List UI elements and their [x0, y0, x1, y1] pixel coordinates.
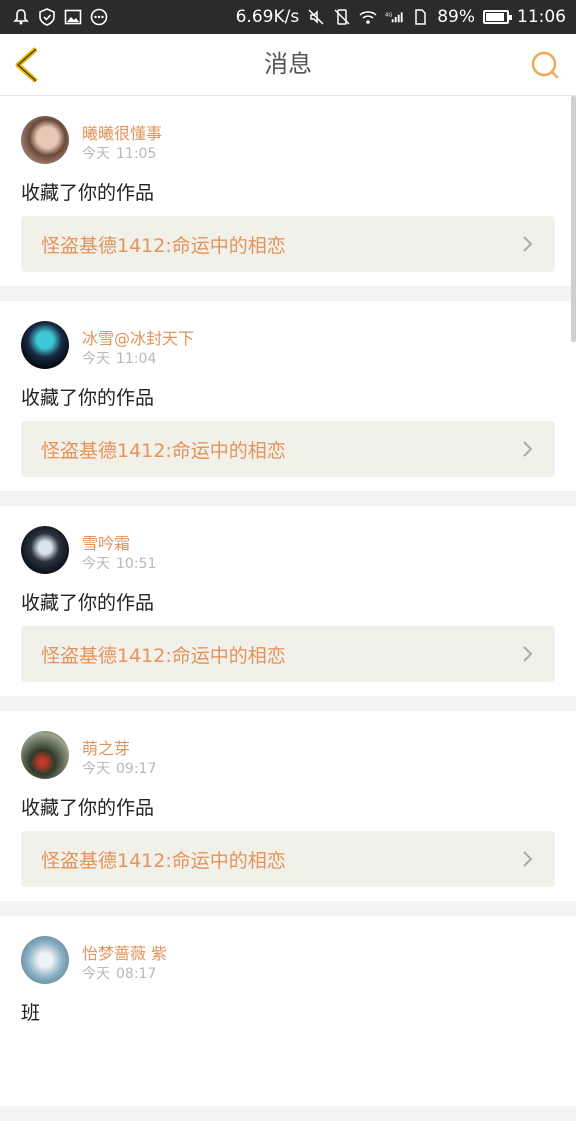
- message-list: 曦曦很懂事 今天 11:05 收藏了你的作品 怪盗基德1412:命运中的相恋 冰雪…: [0, 96, 576, 1121]
- more-dots-icon: [90, 8, 108, 26]
- username[interactable]: 雪吟霜: [82, 530, 130, 554]
- avatar[interactable]: [21, 731, 69, 779]
- battery-icon: [483, 10, 512, 24]
- svg-text:4G: 4G: [385, 12, 392, 18]
- timestamp-time: 09:17: [116, 761, 157, 777]
- username[interactable]: 怡梦蔷薇 紫: [82, 940, 167, 964]
- timestamp: 今天 10:51: [82, 553, 162, 573]
- avatar[interactable]: [21, 321, 69, 369]
- chevron-right-icon: [523, 646, 533, 662]
- avatar[interactable]: [21, 936, 69, 984]
- action-text: 收藏了你的作品: [21, 182, 155, 204]
- timestamp: 今天 11:05: [82, 143, 162, 163]
- message-card: 曦曦很懂事 今天 11:05 收藏了你的作品 怪盗基德1412:命运中的相恋: [0, 96, 576, 286]
- avatar[interactable]: [21, 526, 69, 574]
- avatar[interactable]: [21, 116, 69, 164]
- wifi-icon: [359, 8, 377, 26]
- page-title: 消息: [264, 50, 312, 78]
- work-link[interactable]: 怪盗基德1412:命运中的相恋: [21, 216, 555, 272]
- timestamp-time: 10:51: [116, 556, 157, 572]
- work-title: 怪盗基德1412:命运中的相恋: [41, 644, 286, 667]
- timestamp: 今天 08:17: [82, 963, 162, 983]
- message-card: 雪吟霜 今天 10:51 收藏了你的作品 怪盗基德1412:命运中的相恋: [0, 506, 576, 696]
- timestamp: 今天 11:04: [82, 348, 162, 368]
- chevron-right-icon: [523, 851, 533, 867]
- timestamp-day: 今天: [82, 351, 110, 367]
- search-icon: [531, 51, 559, 79]
- vibrate-off-icon: [333, 8, 351, 26]
- work-link[interactable]: 怪盗基德1412:命运中的相恋: [21, 421, 555, 477]
- username[interactable]: 冰雪@冰封天下: [82, 325, 194, 349]
- message-card: 萌之芽 今天 09:17 收藏了你的作品 怪盗基德1412:命运中的相恋: [0, 711, 576, 901]
- username[interactable]: 曦曦很懂事: [82, 120, 162, 144]
- action-text: 收藏了你的作品: [21, 592, 155, 614]
- action-text: 班: [21, 1002, 41, 1024]
- search-button[interactable]: [530, 50, 560, 80]
- timestamp-day: 今天: [82, 761, 110, 777]
- timestamp-day: 今天: [82, 966, 110, 982]
- mute-icon: [307, 8, 325, 26]
- timestamp: 今天 09:17: [82, 758, 162, 778]
- clock: 11:06: [517, 7, 566, 27]
- signal-4g-icon: 4G: [385, 8, 403, 26]
- work-title: 怪盗基德1412:命运中的相恋: [41, 439, 286, 462]
- chevron-right-icon: [523, 236, 533, 252]
- image-icon: [64, 8, 82, 26]
- sim-icon: [411, 8, 429, 26]
- work-title: 怪盗基德1412:命运中的相恋: [41, 234, 286, 257]
- action-text: 收藏了你的作品: [21, 797, 155, 819]
- message-card: 冰雪@冰封天下 今天 11:04 收藏了你的作品 怪盗基德1412:命运中的相恋: [0, 301, 576, 491]
- work-title: 怪盗基德1412:命运中的相恋: [41, 849, 286, 872]
- work-link[interactable]: 怪盗基德1412:命运中的相恋: [21, 626, 555, 682]
- work-link[interactable]: 怪盗基德1412:命运中的相恋: [21, 831, 555, 887]
- status-bar: 6.69K/s 4G 89% 11:06: [0, 0, 576, 34]
- timestamp-day: 今天: [82, 556, 110, 572]
- timestamp-time: 08:17: [116, 966, 157, 982]
- chevron-right-icon: [523, 441, 533, 457]
- timestamp-time: 11:04: [116, 351, 157, 367]
- timestamp-time: 11:05: [116, 146, 157, 162]
- timestamp-day: 今天: [82, 146, 110, 162]
- notification-bell-icon: [12, 8, 30, 26]
- scrollbar[interactable]: [571, 96, 576, 342]
- action-text: 收藏了你的作品: [21, 387, 155, 409]
- network-speed: 6.69K/s: [235, 7, 300, 27]
- shield-icon: [38, 8, 56, 26]
- app-header: 消息: [0, 34, 576, 96]
- message-card: 怡梦蔷薇 紫 今天 08:17 班: [0, 916, 576, 1106]
- battery-percent: 89%: [437, 7, 475, 27]
- username[interactable]: 萌之芽: [82, 735, 130, 759]
